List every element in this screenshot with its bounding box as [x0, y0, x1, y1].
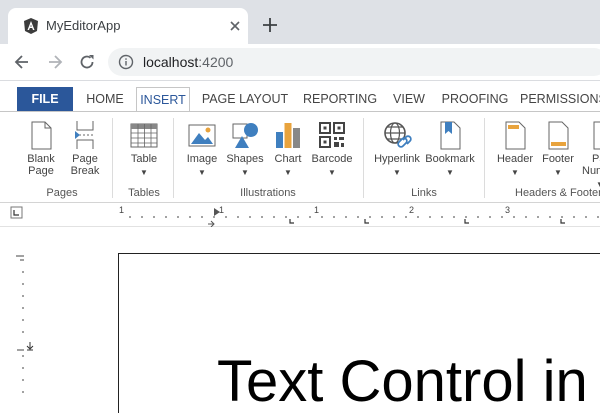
- barcode-dropdown-arrow: ▼: [328, 168, 336, 177]
- chart-button[interactable]: Chart ▼: [267, 120, 309, 179]
- shapes-dropdown-arrow: ▼: [241, 168, 249, 177]
- document-page[interactable]: Text Control in: [118, 253, 600, 413]
- globe-link-icon: [384, 122, 412, 148]
- ruler-label: 2: [409, 205, 414, 215]
- group-separator: [363, 118, 364, 198]
- footer-icon: [548, 121, 569, 150]
- table-label: Table: [130, 153, 158, 165]
- image-label: Image: [186, 153, 218, 165]
- document-text[interactable]: Text Control in: [217, 352, 588, 412]
- group-label-pages: Pages: [46, 187, 78, 199]
- url-text[interactable]: localhost:4200: [143, 54, 233, 70]
- footer-button[interactable]: Footer ▼: [537, 120, 579, 179]
- ribbon-insert-panel: Blank Page Page Break Pages Table ▼ Tabl…: [0, 111, 600, 203]
- table-dropdown-arrow: ▼: [140, 168, 148, 177]
- ruler-label: 3: [505, 205, 510, 215]
- bookmark-icon: [440, 121, 461, 150]
- vertical-ruler[interactable]: [0, 227, 40, 400]
- image-dropdown-arrow: ▼: [198, 168, 206, 177]
- shapes-button[interactable]: Shapes ▼: [224, 120, 266, 179]
- ribbon-tab-bar: FILE HOME INSERT PAGE LAYOUT REPORTING V…: [0, 86, 600, 113]
- table-icon: [130, 123, 158, 148]
- page-break-label-1: Page: [72, 153, 98, 165]
- barcode-button[interactable]: Barcode ▼: [310, 120, 354, 179]
- qr-code-icon: [319, 122, 345, 148]
- info-icon[interactable]: [118, 54, 134, 70]
- browser-tab-strip: MyEditorApp: [0, 0, 600, 44]
- image-icon: [188, 124, 216, 147]
- blank-page-button[interactable]: Blank Page: [20, 120, 62, 177]
- tab-permissions[interactable]: PERMISSIONS: [520, 87, 600, 111]
- browser-tab[interactable]: MyEditorApp: [8, 8, 248, 44]
- footer-label: Footer: [542, 153, 574, 165]
- vertical-ruler-ticks: [16, 255, 34, 393]
- page-number-label-1: Page: [592, 153, 600, 165]
- table-button[interactable]: Table ▼: [122, 120, 166, 179]
- bookmark-button[interactable]: Bookmark ▼: [424, 120, 476, 179]
- address-bar[interactable]: localhost:4200: [108, 48, 600, 76]
- ruler-ticks: 1 1 1 2 3: [10, 205, 599, 228]
- group-label-links: Links: [411, 187, 437, 199]
- page-break-button[interactable]: Page Break: [64, 120, 106, 177]
- tab-insert[interactable]: INSERT: [136, 87, 190, 113]
- tab-title: MyEditorApp: [46, 18, 121, 33]
- shapes-label: Shapes: [226, 153, 264, 165]
- group-separator: [484, 118, 485, 198]
- horizontal-ruler[interactable]: 1 1 1 2 3: [0, 203, 600, 228]
- browser-toolbar: localhost:4200: [0, 44, 600, 80]
- blank-page-label-2: Page: [28, 165, 54, 177]
- chart-label: Chart: [274, 153, 302, 165]
- url-port: :4200: [198, 54, 234, 70]
- page-number-button[interactable]: Page Number ▼: [582, 120, 600, 191]
- hyperlink-button[interactable]: Hyperlink ▼: [370, 120, 424, 179]
- chart-dropdown-arrow: ▼: [284, 168, 292, 177]
- ruler-label: 1: [219, 205, 224, 215]
- group-label-illustrations: Illustrations: [240, 187, 296, 199]
- ruler-label: 1: [314, 205, 319, 215]
- ruler-label: 1: [119, 205, 124, 215]
- page-number-icon: [593, 121, 600, 150]
- barcode-label: Barcode: [311, 153, 353, 165]
- reload-icon[interactable]: [77, 52, 97, 72]
- chrome-divider: [0, 80, 600, 81]
- close-icon[interactable]: [226, 17, 244, 35]
- tab-proofing[interactable]: PROOFING: [437, 87, 513, 111]
- group-separator: [112, 118, 113, 198]
- hyperlink-dropdown-arrow: ▼: [393, 168, 401, 177]
- blank-page-label-1: Blank: [27, 153, 55, 165]
- group-label-tables: Tables: [128, 187, 160, 199]
- chart-icon: [276, 123, 300, 148]
- tab-reporting[interactable]: REPORTING: [299, 87, 381, 111]
- header-icon: [505, 121, 526, 150]
- page-break-label-2: Break: [70, 165, 100, 177]
- group-separator: [173, 118, 174, 198]
- angular-icon: [24, 18, 38, 34]
- tab-page-layout[interactable]: PAGE LAYOUT: [198, 87, 292, 111]
- blank-page-icon: [31, 121, 52, 150]
- page-break-icon: [75, 121, 95, 149]
- url-host: localhost: [143, 54, 199, 70]
- header-button[interactable]: Header ▼: [493, 120, 537, 179]
- tab-file[interactable]: FILE: [17, 87, 73, 111]
- group-label-headers-footers: Headers & Footers: [515, 187, 600, 199]
- bookmark-label: Bookmark: [425, 153, 475, 165]
- forward-icon[interactable]: [45, 52, 65, 72]
- header-label: Header: [496, 153, 534, 165]
- bookmark-dropdown-arrow: ▼: [446, 168, 454, 177]
- image-button[interactable]: Image ▼: [181, 120, 223, 179]
- page-number-label-2: Number: [582, 165, 600, 177]
- back-icon[interactable]: [12, 52, 32, 72]
- header-dropdown-arrow: ▼: [511, 168, 519, 177]
- new-tab-icon[interactable]: [261, 16, 279, 34]
- hyperlink-label: Hyperlink: [374, 153, 420, 165]
- shapes-icon: [232, 123, 258, 148]
- tab-view[interactable]: VIEW: [388, 87, 430, 111]
- footer-dropdown-arrow: ▼: [554, 168, 562, 177]
- tab-home[interactable]: HOME: [80, 87, 130, 111]
